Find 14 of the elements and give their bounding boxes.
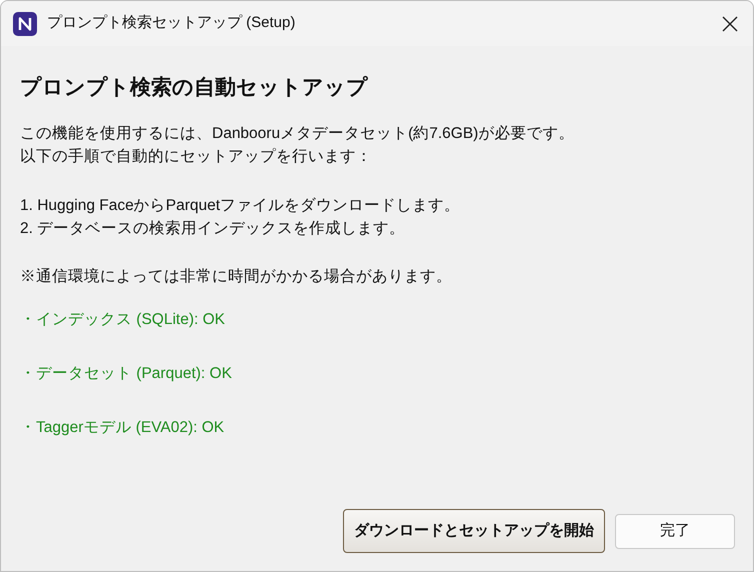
status-text: ・データセット (Parquet): OK (20, 364, 232, 384)
close-icon (722, 16, 738, 32)
app-logo-icon (13, 12, 37, 36)
note-text: ※通信環境によっては非常に時間がかかる場合があります。 (20, 266, 452, 286)
done-button[interactable]: 完了 (615, 514, 735, 548)
status-text: ・インデックス (SQLite): OK (20, 310, 226, 330)
intro-text: 以下の手順で自動的にセットアップを行います： (20, 146, 372, 166)
intro-text: この機能を使用するには、Danbooruメタデータセット(約7.6GB)が必要です。 (20, 124, 574, 144)
start-setup-button[interactable]: ダウンロードとセットアップを開始 (343, 509, 605, 553)
dialog-heading: プロンプト検索の自動セットアップ (20, 74, 369, 101)
window-title: プロンプト検索セットアップ (Setup) (47, 13, 296, 34)
status-text: ・Taggerモデル (EVA02): OK (20, 418, 224, 438)
step-text: 1. Hugging FaceからParquetファイルをダウンロードします。 (20, 196, 460, 216)
step-text: 2. データベースの検索用インデックスを作成します。 (20, 218, 406, 238)
